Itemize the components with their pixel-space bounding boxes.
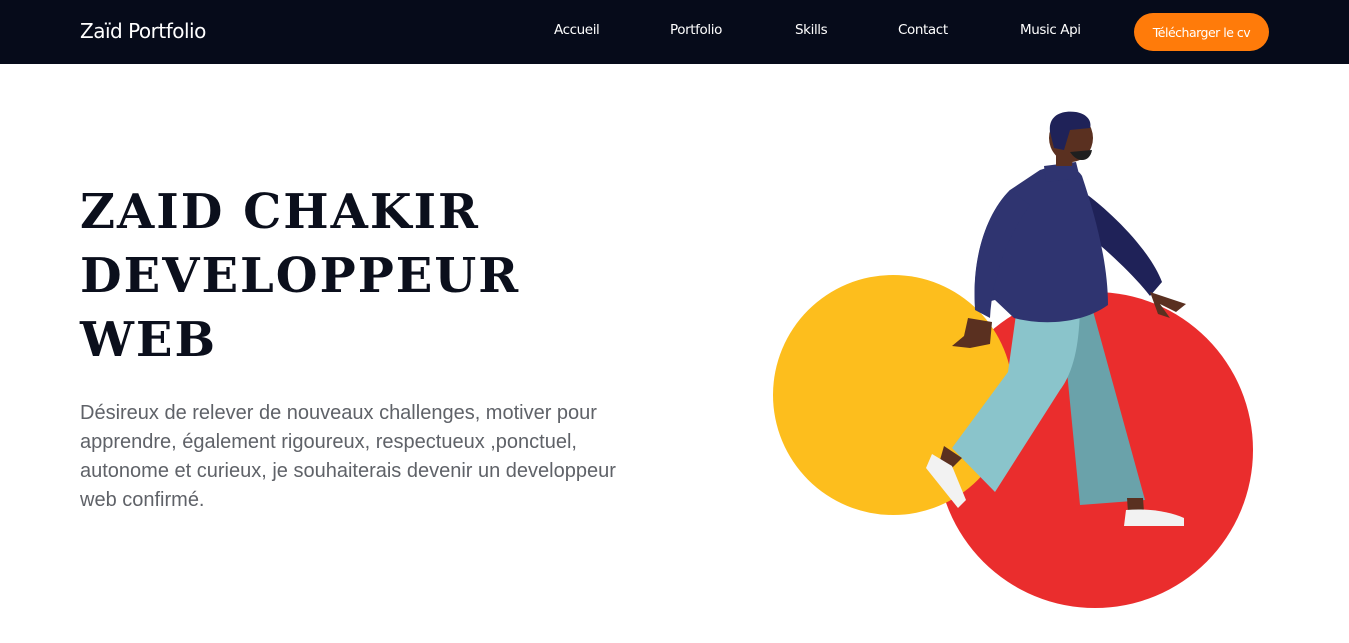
hero-title-line: WEB: [80, 312, 218, 368]
hero-title-line: DEVELOPPEUR: [80, 248, 521, 304]
brand-logo[interactable]: Zaïd Portfolio: [80, 19, 206, 43]
nav-link-accueil[interactable]: Accueil: [554, 22, 600, 38]
nav-link-contact[interactable]: Contact: [898, 22, 948, 38]
hero-description-line: web confirmé.: [80, 489, 205, 511]
hero-description-line: apprendre, également rigoureux, respectu…: [80, 431, 577, 453]
navbar: Zaïd Portfolio Accueil Portfolio Skills …: [0, 0, 1349, 64]
hero-title: ZAID CHAKIR DEVELOPPEUR WEB: [80, 180, 520, 372]
download-cv-button[interactable]: Télécharger le cv: [1134, 13, 1269, 51]
hero-description: Désireux de relever de nouveaux challeng…: [80, 399, 680, 515]
nav-link-portfolio[interactable]: Portfolio: [670, 22, 722, 38]
hero-title-line: ZAID CHAKIR: [80, 184, 480, 240]
hero-illustration: [773, 111, 1253, 608]
hero-description-line: autonome et curieux, je souhaiterais dev…: [80, 460, 616, 482]
nav-link-skills[interactable]: Skills: [795, 22, 828, 38]
nav-link-music-api[interactable]: Music Api: [1020, 22, 1081, 38]
hero-description-line: Désireux de relever de nouveaux challeng…: [80, 402, 597, 424]
